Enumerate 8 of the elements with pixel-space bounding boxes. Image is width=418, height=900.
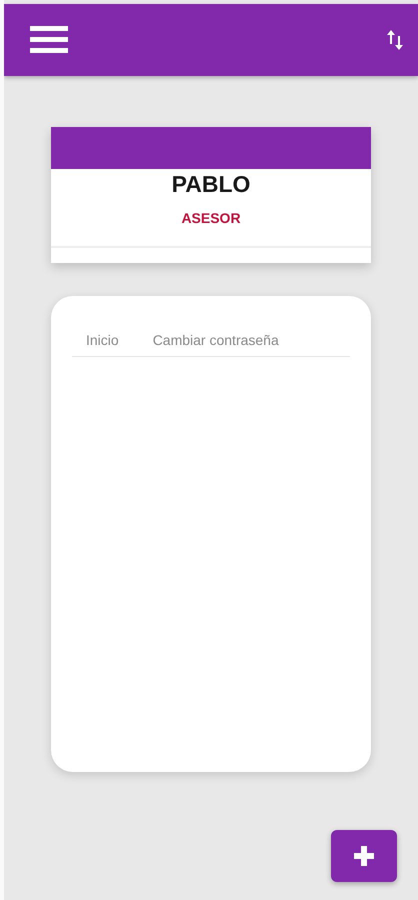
- user-name: PABLO: [172, 171, 250, 198]
- nav-tab[interactable]: Inicio: [86, 332, 119, 348]
- menu-icon[interactable]: [30, 25, 70, 55]
- nav-tab[interactable]: Cambiar contraseña: [152, 332, 279, 348]
- sort-arrows-icon[interactable]: [386, 28, 404, 52]
- add-button[interactable]: [331, 830, 397, 882]
- plus-icon: [353, 845, 375, 867]
- user-role: ASESOR: [181, 210, 241, 226]
